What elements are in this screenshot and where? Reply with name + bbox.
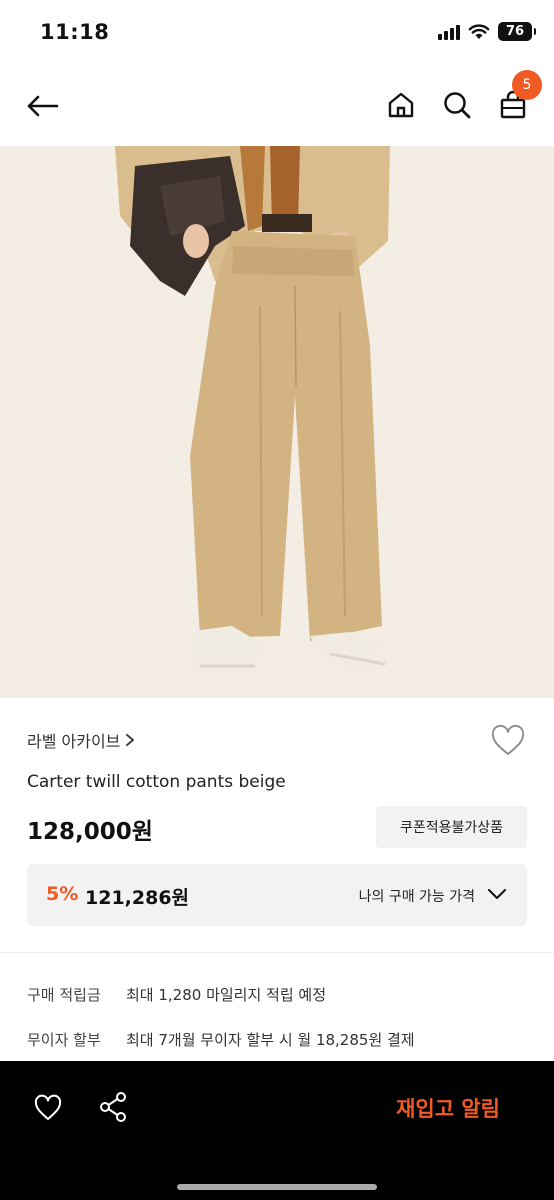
detail-value: 최대 7개월 무이자 할부 시 월 18,285원 결제 xyxy=(126,1031,415,1049)
detail-row-installment: 무이자 할부 최대 7개월 무이자 할부 시 월 18,285원 결제 xyxy=(27,1029,415,1050)
bottom-wishlist-button[interactable] xyxy=(33,1093,63,1123)
nav-actions: 5 xyxy=(382,70,542,124)
share-icon xyxy=(100,1092,126,1122)
coupon-badge: 쿠폰적용불가상품 xyxy=(376,806,527,848)
my-price-label: 나의 구매 가능 가격 xyxy=(358,889,475,905)
product-photo xyxy=(0,146,554,698)
share-button[interactable] xyxy=(98,1091,128,1123)
search-button[interactable] xyxy=(438,86,476,124)
section-divider xyxy=(0,952,554,953)
product-price: 128,000원 xyxy=(27,819,153,845)
cart-count-badge: 5 xyxy=(512,70,542,100)
detail-row-mileage: 구매 적립금 최대 1,280 마일리지 적립 예정 xyxy=(27,984,326,1005)
my-price-dropdown[interactable]: 5% 121,286원 나의 구매 가능 가격 xyxy=(27,864,527,926)
battery-icon: 76 xyxy=(498,22,536,41)
detail-label: 무이자 할부 xyxy=(27,1031,101,1049)
bottom-action-bar: 재입고 알림 xyxy=(0,1061,554,1200)
discount-price: 121,286원 xyxy=(85,887,190,909)
home-icon xyxy=(388,92,414,118)
arrow-left-icon xyxy=(27,95,59,117)
home-button[interactable] xyxy=(382,86,420,124)
heart-icon xyxy=(34,1094,62,1120)
detail-label: 구매 적립금 xyxy=(27,986,101,1004)
home-indicator xyxy=(177,1184,377,1190)
back-button[interactable] xyxy=(22,86,62,126)
discount-rate: 5% xyxy=(46,883,79,905)
wifi-icon xyxy=(468,23,490,39)
brand-name: 라벨 아카이브 xyxy=(27,732,121,751)
status-bar: 11:18 76 xyxy=(0,0,554,64)
status-indicators: 76 xyxy=(438,22,536,41)
product-image[interactable] xyxy=(0,146,554,698)
cellular-signal-icon xyxy=(438,24,460,40)
heart-icon xyxy=(491,724,525,755)
status-time: 11:18 xyxy=(40,20,110,44)
search-icon xyxy=(444,92,471,119)
product-name: Carter twill cotton pants beige xyxy=(27,772,286,792)
detail-value: 최대 1,280 마일리지 적립 예정 xyxy=(126,986,327,1004)
cart-button[interactable]: 5 xyxy=(494,70,542,124)
chevron-right-icon xyxy=(126,734,135,746)
nav-bar: 5 xyxy=(0,64,554,146)
restock-alert-button[interactable]: 재입고 알림 xyxy=(396,1093,500,1123)
brand-link[interactable]: 라벨 아카이브 xyxy=(27,728,136,752)
wishlist-button[interactable] xyxy=(490,724,526,758)
chevron-down-icon xyxy=(488,889,506,899)
